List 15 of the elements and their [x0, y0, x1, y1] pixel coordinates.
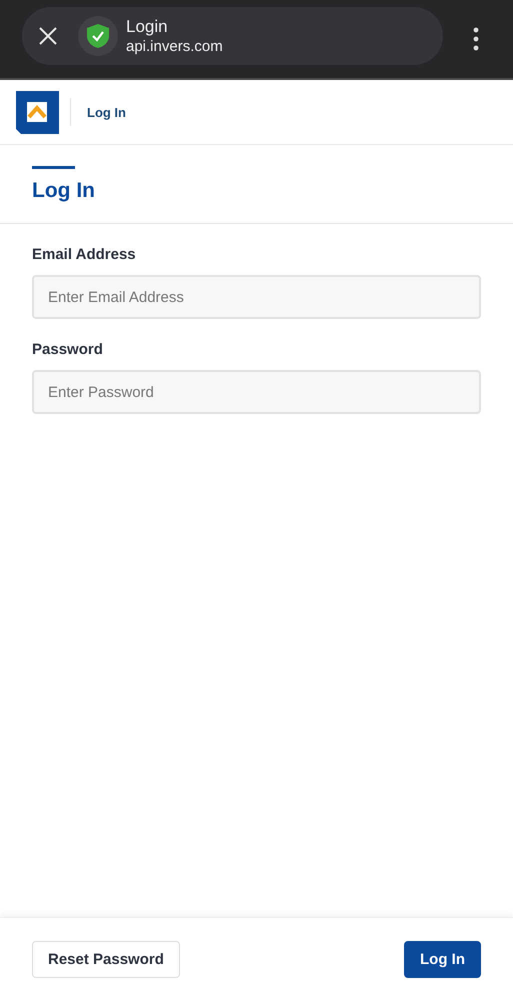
close-icon[interactable]: [38, 26, 58, 46]
address-bar[interactable]: Login api.invers.com: [22, 7, 443, 65]
login-button[interactable]: Log In: [404, 940, 481, 978]
more-options-icon[interactable]: [473, 27, 479, 51]
page-url: api.invers.com: [126, 36, 223, 56]
input-field[interactable]: Enter Password: [32, 370, 481, 414]
reset-password-button[interactable]: Reset Password: [32, 940, 180, 978]
heading: Log In: [32, 179, 96, 203]
shield-check-icon: [86, 23, 110, 49]
field-label: Password: [32, 341, 104, 358]
page-title: Login: [126, 16, 169, 36]
breadcrumb[interactable]: Log In: [87, 104, 126, 120]
input-field[interactable]: Enter Email Address: [32, 275, 481, 319]
logo-icon[interactable]: [16, 90, 59, 134]
field-label: Email Address: [32, 246, 137, 263]
